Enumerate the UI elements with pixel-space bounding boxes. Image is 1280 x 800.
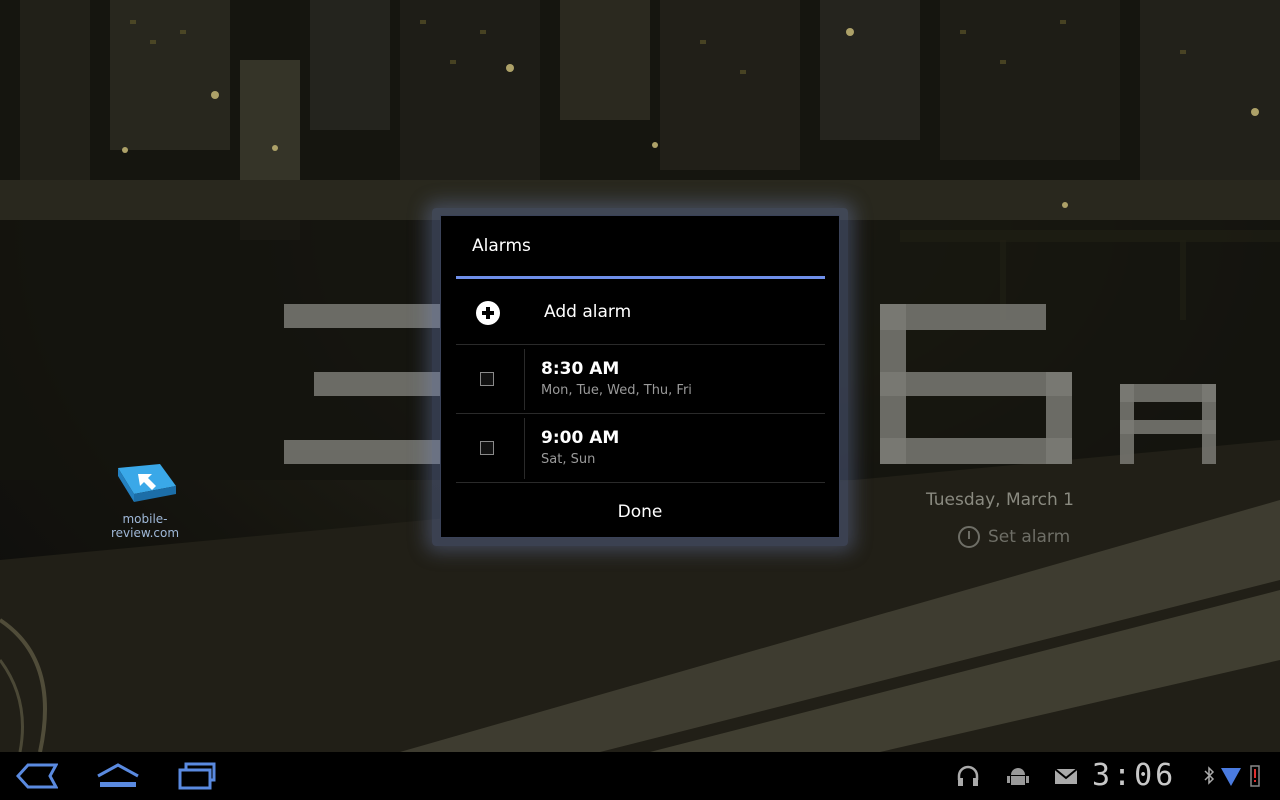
bluetooth-icon bbox=[1203, 764, 1215, 792]
email-icon bbox=[1054, 764, 1078, 792]
add-icon bbox=[476, 301, 500, 325]
wifi-icon bbox=[1220, 764, 1242, 792]
clock-digit-segment bbox=[880, 438, 1072, 464]
dialog-title: Alarms bbox=[472, 236, 531, 256]
home-icon[interactable] bbox=[96, 762, 140, 794]
clock-ampm-segment bbox=[1120, 420, 1216, 434]
alarm-enable-checkbox[interactable] bbox=[480, 372, 494, 386]
system-clock: 3:06 bbox=[1092, 758, 1177, 793]
clock-digit-segment bbox=[284, 304, 444, 328]
alarm-row-divider bbox=[524, 349, 525, 410]
alarm-row-divider bbox=[524, 418, 525, 479]
android-debug-icon bbox=[1006, 764, 1030, 792]
alarm-row[interactable]: 8:30 AM Mon, Tue, Wed, Thu, Fri bbox=[456, 345, 825, 414]
alarms-dialog: Alarms Add alarm 8:30 AM Mon, Tue, Wed, … bbox=[440, 215, 840, 538]
set-alarm-link[interactable]: Set alarm bbox=[958, 522, 1070, 552]
mobile-review-logo bbox=[118, 464, 176, 502]
headphones-icon bbox=[956, 764, 980, 792]
alarm-time: 8:30 AM bbox=[541, 359, 620, 379]
add-alarm-row[interactable]: Add alarm bbox=[456, 280, 825, 345]
clock-digit-segment bbox=[880, 372, 1072, 396]
battery-icon bbox=[1248, 764, 1262, 792]
clock-digit-segment bbox=[284, 440, 444, 464]
alarm-days: Sat, Sun bbox=[541, 452, 596, 467]
system-bar: 3:06 bbox=[0, 752, 1280, 800]
alarm-enable-checkbox[interactable] bbox=[480, 441, 494, 455]
alarm-days: Mon, Tue, Wed, Thu, Fri bbox=[541, 383, 692, 398]
dialog-title-divider bbox=[456, 276, 825, 279]
watermark-text: mobile-review.com bbox=[110, 512, 180, 540]
alarm-clock-icon bbox=[958, 526, 980, 548]
recent-apps-icon[interactable] bbox=[176, 762, 218, 794]
alarm-row[interactable]: 9:00 AM Sat, Sun bbox=[456, 414, 825, 483]
clock-date: Tuesday, March 1 bbox=[925, 490, 1074, 510]
alarm-time: 9:00 AM bbox=[541, 428, 620, 448]
set-alarm-label: Set alarm bbox=[988, 527, 1071, 547]
add-alarm-label: Add alarm bbox=[544, 302, 632, 322]
watermark: mobile-review.com bbox=[90, 460, 200, 540]
clock-digit-segment bbox=[314, 372, 444, 396]
done-button[interactable]: Done bbox=[441, 484, 839, 538]
back-icon[interactable] bbox=[15, 762, 59, 794]
screen: Tuesday, March 1 Set alarm mobile-review… bbox=[0, 0, 1280, 800]
